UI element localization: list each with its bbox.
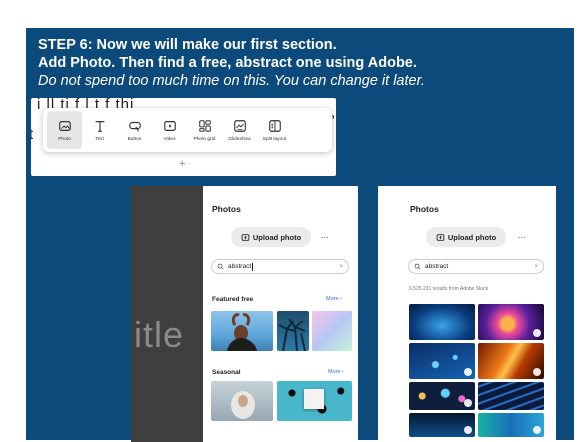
photo-grid-icon — [198, 119, 211, 132]
featured-thumb[interactable] — [277, 311, 309, 352]
palm-photo — [278, 318, 306, 352]
toolbar-screenshot: i ll ti f l t f thi t , Photo Text Butto… — [31, 98, 336, 176]
seasonal-thumb[interactable] — [277, 381, 352, 421]
upload-icon — [241, 233, 250, 241]
instruction-text: STEP 6: Now we will make our first secti… — [38, 36, 558, 90]
premium-badge — [464, 426, 472, 434]
featured-thumb[interactable] — [312, 311, 352, 351]
woman-photo — [227, 313, 257, 351]
seasonal-more-link[interactable]: More › — [328, 369, 344, 375]
glideshow-icon — [233, 119, 246, 132]
photos-panel: Photos Upload photo ... abstract × Featu… — [203, 186, 358, 442]
result-thumb[interactable] — [409, 382, 475, 410]
toolbar-label: Photo — [58, 136, 71, 142]
featured-thumb[interactable] — [211, 311, 273, 351]
add-section-plus[interactable]: + — [179, 158, 185, 170]
more-options-icon[interactable]: ... — [518, 230, 526, 240]
clear-icon[interactable]: × — [534, 264, 538, 270]
result-thumb[interactable] — [409, 413, 475, 437]
toolbar-label: Button — [127, 136, 142, 142]
video-icon — [163, 120, 176, 131]
result-thumb[interactable] — [478, 413, 544, 437]
toolbar-item-video[interactable]: Video — [152, 111, 187, 149]
result-thumb[interactable] — [409, 304, 475, 340]
toolbar-item-photo-grid[interactable]: Photo grid — [187, 111, 222, 149]
search-icon — [414, 263, 421, 270]
canvas-preview: itle — [131, 186, 203, 442]
toolbar-item-glideshow[interactable]: Glideshow — [222, 111, 257, 149]
toolbar-item-photo[interactable]: Photo — [47, 111, 82, 149]
toolbar-label: Split layout — [262, 136, 287, 142]
photos-panel-screenshot-1: itle Photos Upload photo ... abstract × … — [131, 186, 358, 442]
result-thumb[interactable] — [478, 343, 544, 379]
upload-label: Upload photo — [252, 232, 302, 242]
photos-panel: Photos Upload photo ... abstract × 6.525… — [378, 186, 556, 442]
result-thumb[interactable] — [409, 343, 475, 379]
premium-badge — [464, 399, 472, 407]
result-thumb[interactable] — [478, 304, 544, 340]
photos-panel-screenshot-2: Photos Upload photo ... abstract × 6.525… — [378, 186, 556, 442]
search-value: abstract — [425, 263, 449, 270]
toolbar-item-split-layout[interactable]: Split layout — [257, 111, 292, 149]
step-note: Do not spend too much time on this. You … — [38, 73, 425, 89]
seasonal-label: Seasonal — [212, 369, 241, 376]
search-input[interactable]: abstract × — [408, 259, 544, 274]
image-icon — [58, 120, 71, 131]
seasonal-thumb[interactable] — [211, 381, 273, 421]
upload-photo-button[interactable]: Upload photo — [426, 227, 506, 247]
winter-photo — [231, 391, 255, 419]
search-value: abstract — [228, 263, 252, 270]
result-thumb[interactable] — [478, 382, 544, 410]
search-icon — [217, 263, 224, 270]
featured-more-link[interactable]: More › — [326, 296, 342, 302]
toolbar-label: Photo grid — [193, 136, 216, 142]
photos-title: Photos — [410, 204, 439, 214]
premium-badge — [533, 426, 541, 434]
more-options-icon[interactable]: ... — [321, 230, 329, 240]
toolbar-label: Video — [163, 136, 176, 142]
premium-badge — [533, 329, 541, 337]
featured-free-label: Featured free — [212, 296, 254, 303]
background-text-left: t — [31, 126, 34, 143]
clear-icon[interactable]: × — [339, 264, 343, 270]
upload-photo-button[interactable]: Upload photo — [231, 227, 311, 247]
upload-icon — [436, 233, 445, 241]
toolbar-label: Text — [95, 136, 104, 142]
split-layout-icon — [268, 119, 281, 132]
button-icon — [128, 121, 141, 132]
toolbar-item-button[interactable]: Button — [117, 111, 152, 149]
canvas-title-text: itle — [134, 314, 185, 355]
photos-title: Photos — [212, 204, 241, 214]
upload-label: Upload photo — [447, 232, 497, 242]
toolbar-label: Glideshow — [228, 136, 251, 142]
toolbar-item-text[interactable]: Text — [82, 111, 117, 149]
step-heading: STEP 6: Now we will make our first secti… — [38, 37, 337, 53]
results-count: 6.525.231 results from Adobe Stock — [409, 286, 489, 292]
premium-badge — [464, 368, 472, 376]
step-instruction: Add Photo. Then find a free, abstract on… — [38, 55, 417, 71]
add-block-toolbar: Photo Text Button Video Photo grid Glide… — [43, 108, 332, 152]
search-input[interactable]: abstract × — [211, 259, 349, 274]
premium-badge — [533, 368, 541, 376]
text-icon — [95, 120, 104, 132]
slide: STEP 6: Now we will make our first secti… — [0, 0, 584, 442]
